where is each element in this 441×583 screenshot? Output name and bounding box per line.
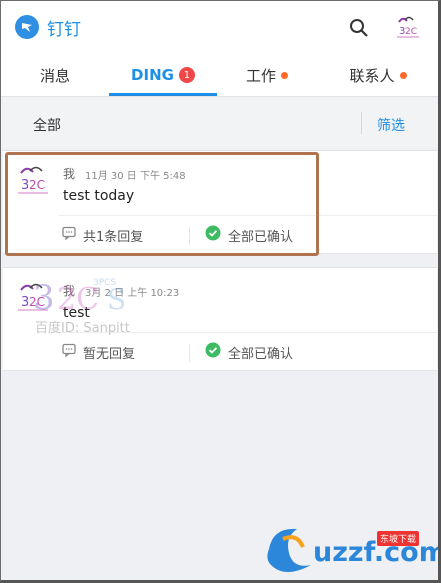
watermark-logo-icon: 3 2C S 3PCS — [13, 273, 143, 323]
divider — [361, 112, 362, 134]
confirm-status[interactable]: 全部已确认 — [205, 342, 293, 362]
app-header: 钉钉 3 2C — [1, 1, 438, 53]
notification-dot — [399, 71, 407, 79]
check-circle-icon — [205, 342, 221, 362]
reply-label: 暂无回复 — [83, 346, 136, 362]
reply-label: 共1条回复 — [83, 229, 144, 245]
tab-label: 工作 — [245, 66, 276, 85]
confirm-status[interactable]: 全部已确认 — [205, 225, 293, 245]
status-label: 全部已确认 — [228, 229, 294, 245]
tab-label: 消息 — [39, 66, 70, 85]
avatar: 3 2C — [13, 161, 53, 201]
ding-card[interactable]: 3 2C 我 11月 30 日 下午 5:48 test today 共1条回复… — [3, 150, 437, 254]
divider — [189, 227, 190, 245]
tab-work[interactable]: 工作 — [217, 53, 317, 97]
svg-text:2C: 2C — [405, 27, 417, 37]
check-circle-icon — [205, 225, 221, 245]
divider — [189, 344, 190, 362]
timestamp: 11月 30 日 下午 5:48 — [85, 171, 186, 182]
site-name: uzzf.com — [313, 537, 441, 568]
app-title: 钉钉 — [47, 20, 81, 40]
message-text: test today — [63, 188, 135, 204]
reply-button[interactable]: 共1条回复 — [61, 225, 143, 245]
status-label: 全部已确认 — [228, 346, 294, 362]
notification-dot — [281, 71, 288, 79]
svg-text:2C: 2C — [29, 178, 45, 192]
comment-icon — [61, 225, 77, 245]
filter-button[interactable]: 筛选 — [377, 115, 405, 135]
svg-text:3PCS: 3PCS — [93, 278, 116, 288]
tab-ding[interactable]: DING 1 — [109, 53, 217, 97]
tab-bar: 消息 DING 1 工作 联系人 — [1, 53, 438, 97]
unread-badge: 1 — [178, 67, 195, 83]
watermark-text: 百度ID: Sanpitt — [35, 321, 130, 336]
tab-contacts[interactable]: 联系人 — [317, 53, 438, 97]
active-tab-indicator — [109, 93, 217, 96]
dingtalk-logo-icon — [15, 15, 39, 39]
filter-bar: 全部 筛选 — [1, 98, 438, 148]
tab-messages[interactable]: 消息 — [1, 53, 109, 97]
app-window: 钉钉 3 2C 消息 DING 1 工作 联系人 全部 筛选 3 2C 我 11… — [0, 0, 441, 583]
scope-label[interactable]: 全部 — [33, 115, 61, 135]
divider — [59, 215, 437, 216]
avatar[interactable]: 3 2C — [393, 12, 423, 42]
svg-text:3: 3 — [33, 278, 55, 318]
reply-button[interactable]: 暂无回复 — [61, 342, 135, 362]
tab-label: DING — [131, 66, 174, 84]
sender-name: 我 — [63, 167, 76, 181]
search-icon[interactable] — [348, 17, 370, 39]
comment-icon — [61, 342, 77, 362]
tab-label: 联系人 — [349, 66, 395, 85]
